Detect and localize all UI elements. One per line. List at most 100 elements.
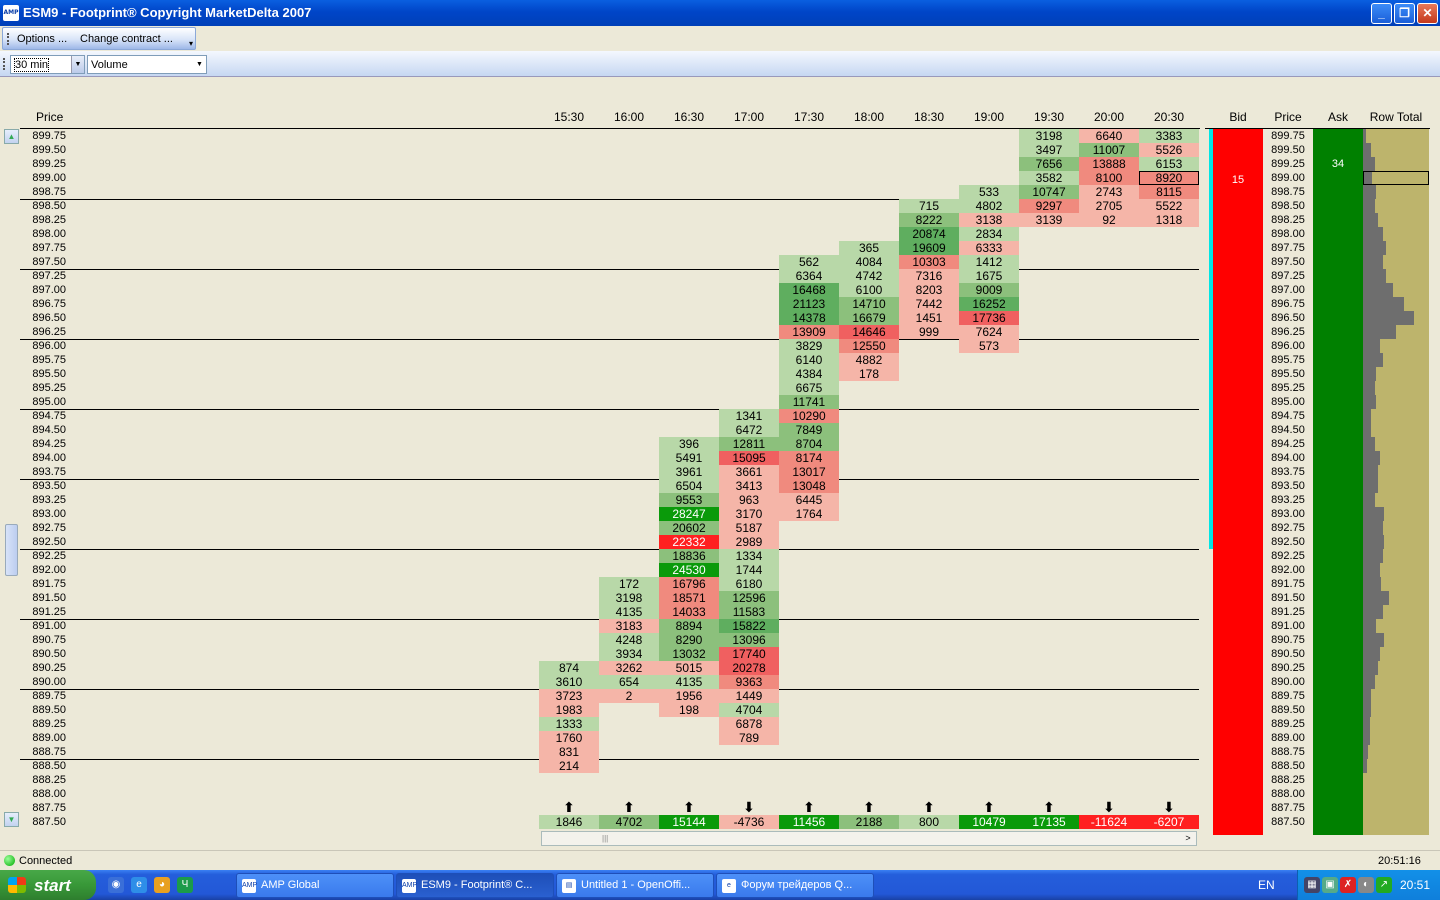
footprint-cell[interactable]: 3934 bbox=[599, 647, 659, 661]
footprint-cell[interactable]: 2705 bbox=[1079, 199, 1139, 213]
footprint-cell[interactable]: 7442 bbox=[899, 297, 959, 311]
footprint-cell[interactable]: 3383 bbox=[1139, 129, 1199, 143]
ladder-price[interactable]: 892.50 bbox=[1263, 535, 1313, 549]
footprint-cell[interactable]: 7849 bbox=[779, 423, 839, 437]
footprint-cell[interactable]: 10303 bbox=[899, 255, 959, 269]
ladder-price[interactable]: 887.75 bbox=[1263, 801, 1313, 815]
footprint-cell[interactable]: 92 bbox=[1079, 213, 1139, 227]
footprint-cell[interactable]: 6153 bbox=[1139, 157, 1199, 171]
footprint-cell[interactable]: 1318 bbox=[1139, 213, 1199, 227]
footprint-cell[interactable]: 1956 bbox=[659, 689, 719, 703]
footprint-cell[interactable]: 4802 bbox=[959, 199, 1019, 213]
footprint-cell[interactable]: 6504 bbox=[659, 479, 719, 493]
footprint-cell[interactable]: 20278 bbox=[719, 661, 779, 675]
footprint-cell[interactable]: 3183 bbox=[599, 619, 659, 633]
footprint-cell[interactable]: 13017 bbox=[779, 465, 839, 479]
footprint-cell[interactable]: 172 bbox=[599, 577, 659, 591]
ladder-price[interactable]: 890.25 bbox=[1263, 661, 1313, 675]
quik-icon[interactable]: Ч bbox=[177, 877, 193, 893]
footprint-cell[interactable]: 4135 bbox=[659, 675, 719, 689]
footprint-cell[interactable]: 6472 bbox=[719, 423, 779, 437]
maximize-button[interactable]: ❐ bbox=[1394, 3, 1415, 24]
footprint-cell[interactable]: 11007 bbox=[1079, 143, 1139, 157]
footprint-cell[interactable]: 4084 bbox=[839, 255, 899, 269]
ladder-price[interactable]: 894.25 bbox=[1263, 437, 1313, 451]
footprint-cell[interactable]: 3198 bbox=[599, 591, 659, 605]
ladder-price[interactable]: 895.25 bbox=[1263, 381, 1313, 395]
footprint-cell[interactable]: 20602 bbox=[659, 521, 719, 535]
chevron-down-icon[interactable]: ▼ bbox=[71, 56, 84, 73]
footprint-cell[interactable]: 14033 bbox=[659, 605, 719, 619]
ladder-price[interactable]: 891.00 bbox=[1263, 619, 1313, 633]
ladder-price[interactable]: 897.25 bbox=[1263, 269, 1313, 283]
footprint-cell[interactable]: 1744 bbox=[719, 563, 779, 577]
footprint-cell[interactable]: 214 bbox=[539, 759, 599, 773]
ladder-price[interactable]: 896.50 bbox=[1263, 311, 1313, 325]
ladder-price[interactable]: 899.75 bbox=[1263, 129, 1313, 143]
ladder-price[interactable]: 889.50 bbox=[1263, 703, 1313, 717]
footprint-cell[interactable]: 4248 bbox=[599, 633, 659, 647]
ladder-price[interactable]: 895.75 bbox=[1263, 353, 1313, 367]
footprint-cell[interactable]: 3413 bbox=[719, 479, 779, 493]
footprint-cell[interactable]: 1451 bbox=[899, 311, 959, 325]
ladder-price[interactable]: 890.00 bbox=[1263, 675, 1313, 689]
footprint-cell[interactable]: 16468 bbox=[779, 283, 839, 297]
ladder-price[interactable]: 888.50 bbox=[1263, 759, 1313, 773]
chrome-icon[interactable]: ◕ bbox=[154, 877, 170, 893]
footprint-cell[interactable]: 9363 bbox=[719, 675, 779, 689]
more-icon[interactable]: ▾ bbox=[189, 39, 193, 48]
footprint-cell[interactable]: 6140 bbox=[779, 353, 839, 367]
ladder-price[interactable]: 895.50 bbox=[1263, 367, 1313, 381]
footprint-cell[interactable]: 5187 bbox=[719, 521, 779, 535]
footprint-cell[interactable]: 4742 bbox=[839, 269, 899, 283]
task-openoffice[interactable]: ▤ Untitled 1 - OpenOffi... bbox=[556, 873, 714, 898]
ie-icon[interactable]: e bbox=[131, 877, 147, 893]
ladder-price[interactable]: 895.00 bbox=[1263, 395, 1313, 409]
footprint-cell[interactable]: 11741 bbox=[779, 395, 839, 409]
ladder-price[interactable]: 889.00 bbox=[1263, 731, 1313, 745]
footprint-cell[interactable]: 5526 bbox=[1139, 143, 1199, 157]
ladder-price[interactable]: 892.25 bbox=[1263, 549, 1313, 563]
footprint-cell[interactable]: 6640 bbox=[1079, 129, 1139, 143]
footprint-cell[interactable]: 2989 bbox=[719, 535, 779, 549]
monitor-icon[interactable]: ▣ bbox=[1322, 877, 1338, 893]
ladder-price[interactable]: 897.75 bbox=[1263, 241, 1313, 255]
footprint-cell[interactable]: 1334 bbox=[719, 549, 779, 563]
footprint-cell[interactable]: 6180 bbox=[719, 577, 779, 591]
footprint-cell[interactable]: 12550 bbox=[839, 339, 899, 353]
footprint-cell[interactable]: 7624 bbox=[959, 325, 1019, 339]
footprint-cell[interactable]: 9553 bbox=[659, 493, 719, 507]
footprint-cell[interactable]: 20874 bbox=[899, 227, 959, 241]
footprint-cell[interactable]: 533 bbox=[959, 185, 1019, 199]
footprint-cell[interactable]: 17740 bbox=[719, 647, 779, 661]
vertical-scroll-thumb[interactable] bbox=[5, 524, 18, 576]
footprint-cell[interactable]: 14710 bbox=[839, 297, 899, 311]
footprint-cell[interactable]: 9297 bbox=[1019, 199, 1079, 213]
footprint-cell[interactable]: 7316 bbox=[899, 269, 959, 283]
footprint-cell[interactable]: 5015 bbox=[659, 661, 719, 675]
ladder-price[interactable]: 897.50 bbox=[1263, 255, 1313, 269]
footprint-cell[interactable]: 789 bbox=[719, 731, 779, 745]
footprint-cell[interactable]: 3198 bbox=[1019, 129, 1079, 143]
task-amp-global[interactable]: AMP AMP Global bbox=[236, 873, 394, 898]
app-tray-icon[interactable]: ↗ bbox=[1376, 877, 1392, 893]
footprint-cell[interactable]: 4135 bbox=[599, 605, 659, 619]
footprint-cell[interactable]: 573 bbox=[959, 339, 1019, 353]
footprint-cell[interactable]: 13048 bbox=[779, 479, 839, 493]
ladder-price[interactable]: 894.75 bbox=[1263, 409, 1313, 423]
footprint-cell[interactable]: 18836 bbox=[659, 549, 719, 563]
change-contract-menu[interactable]: Change contract ... bbox=[80, 33, 173, 45]
ladder-price[interactable]: 897.00 bbox=[1263, 283, 1313, 297]
footprint-cell[interactable]: 874 bbox=[539, 661, 599, 675]
ladder-price[interactable]: 889.25 bbox=[1263, 717, 1313, 731]
footprint-cell[interactable]: 15095 bbox=[719, 451, 779, 465]
footprint-cell[interactable]: 3139 bbox=[1019, 213, 1079, 227]
scroll-up-icon[interactable]: ▲ bbox=[4, 129, 19, 144]
chevron-down-icon[interactable]: ▼ bbox=[193, 56, 206, 73]
task-footprint[interactable]: AMP ESM9 - Footprint® C... bbox=[396, 873, 554, 898]
ladder-price[interactable]: 893.25 bbox=[1263, 493, 1313, 507]
grip-icon[interactable] bbox=[3, 58, 5, 70]
footprint-cell[interactable]: 14378 bbox=[779, 311, 839, 325]
ladder-price[interactable]: 896.75 bbox=[1263, 297, 1313, 311]
footprint-cell[interactable]: 8894 bbox=[659, 619, 719, 633]
